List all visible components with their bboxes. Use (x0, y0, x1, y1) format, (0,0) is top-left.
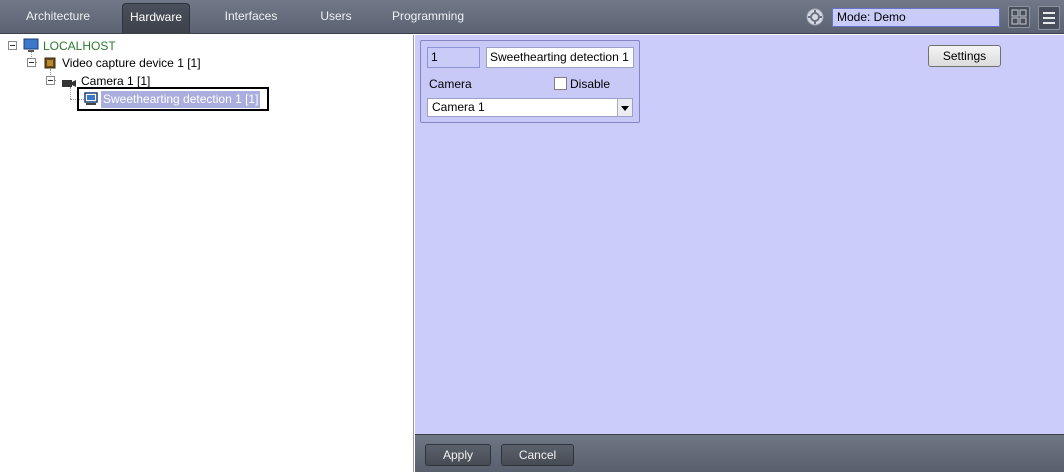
settings-button[interactable]: Settings (928, 45, 1001, 67)
top-navigation-bar: Architecture Hardware Interfaces Users P… (0, 0, 1064, 34)
tab-interfaces[interactable]: Interfaces (218, 3, 284, 34)
tree-node-label: LOCALHOST (43, 39, 116, 53)
camera-select-value: Camera 1 (432, 100, 485, 114)
tab-architecture[interactable]: Architecture (18, 3, 98, 34)
collapse-toggle[interactable] (8, 41, 17, 50)
properties-panel: 1 Sweethearting detection 1 Camera Disab… (415, 35, 1064, 434)
camera-label: Camera (429, 77, 472, 91)
mode-field[interactable]: Mode: Demo (832, 8, 1000, 27)
apply-button[interactable]: Apply (425, 444, 491, 466)
tree-node-label: Video capture device 1 [1] (62, 56, 201, 70)
hardware-tree: LOCALHOST Video capture device 1 [1] Cam… (0, 35, 414, 472)
menu-icon[interactable] (1038, 6, 1060, 30)
tab-hardware[interactable]: Hardware (122, 3, 190, 34)
tab-programming[interactable]: Programming (388, 3, 468, 34)
tree-node-sweethearting-detection[interactable]: Sweethearting detection 1 [1] (101, 91, 261, 108)
monitor-icon (84, 92, 98, 109)
camera-select[interactable]: Camera 1 (427, 98, 633, 117)
action-bar: Apply Cancel (415, 434, 1064, 472)
tab-users[interactable]: Users (312, 3, 360, 34)
cancel-button[interactable]: Cancel (501, 444, 574, 466)
object-properties-group: 1 Sweethearting detection 1 Camera Disab… (420, 40, 640, 123)
gear-icon[interactable] (806, 8, 824, 26)
collapse-toggle[interactable] (27, 58, 36, 67)
object-name-field[interactable]: Sweethearting detection 1 (486, 47, 634, 68)
disable-checkbox[interactable] (554, 77, 567, 90)
layout-grid-icon[interactable] (1008, 6, 1030, 28)
disable-label: Disable (570, 77, 611, 91)
collapse-toggle[interactable] (46, 76, 55, 85)
object-id-field[interactable]: 1 (427, 47, 480, 68)
chip-icon (43, 56, 57, 75)
chevron-down-icon[interactable] (617, 99, 632, 116)
camera-icon (61, 76, 77, 94)
computer-icon (23, 38, 39, 58)
